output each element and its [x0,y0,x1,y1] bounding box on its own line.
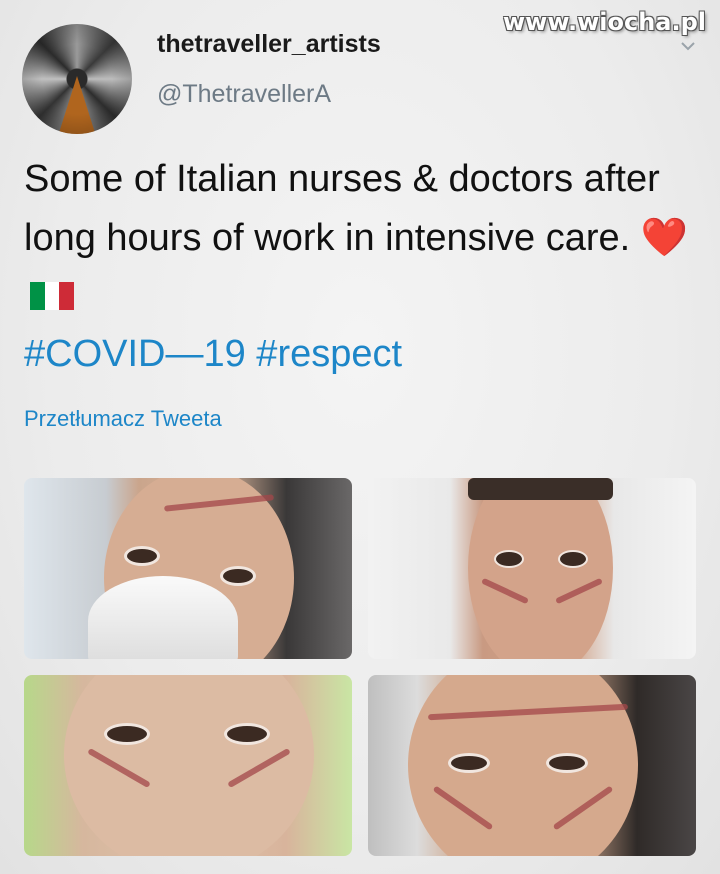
eye [494,550,524,568]
tweet-text: Some of Italian nurses & doctors after l… [24,158,660,259]
tweet-photo-1[interactable] [24,478,352,659]
eye [224,723,270,745]
eye [104,723,150,745]
tweet-photo-3[interactable] [24,675,352,856]
hair [468,478,613,500]
face-mask [88,576,238,659]
italy-flag-icon [30,269,74,310]
watermark-text: www.wiocha.pl [502,8,706,36]
face [408,675,638,856]
author-display-name[interactable]: thetraveller_artists [157,30,381,59]
tweet-photo-4[interactable] [368,675,696,856]
eye [124,546,160,566]
tweet-photo-2[interactable] [368,478,696,659]
eye [558,550,588,568]
avatar[interactable] [22,24,132,134]
tweet-body: Some of Italian nurses & doctors after l… [24,150,704,383]
author-handle[interactable]: @ThetravellerA [157,80,331,109]
translate-tweet-link[interactable]: Przetłumacz Tweeta [24,406,222,432]
eye [220,566,256,586]
eye [546,753,588,773]
heart-icon: ❤️ [640,215,689,259]
chevron-down-icon[interactable] [680,38,696,54]
hashtags-link[interactable]: #COVID—19 #respect [24,333,402,375]
avatar-shade [22,24,132,134]
face [64,675,314,856]
face [468,478,613,659]
eye [448,753,490,773]
